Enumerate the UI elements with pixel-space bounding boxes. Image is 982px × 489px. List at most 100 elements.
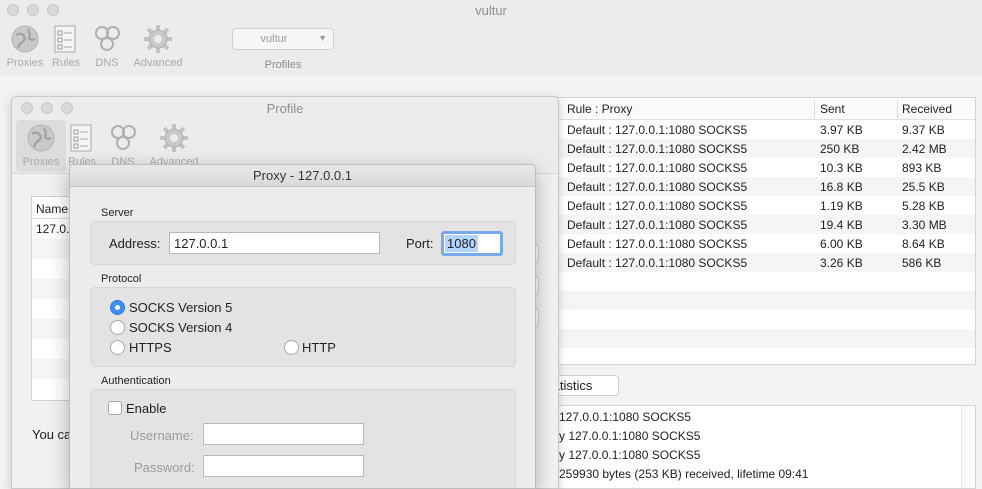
cell-rule-proxy: Default : 127.0.0.1:1080 SOCKS5 — [567, 218, 748, 232]
table-row-empty — [558, 329, 975, 348]
column-header-sent[interactable]: Sent — [820, 102, 845, 116]
chevron-down-icon: ▼ — [318, 33, 327, 43]
globe-icon — [27, 124, 55, 152]
table-row-empty — [558, 310, 975, 329]
cell-rule-proxy: Default : 127.0.0.1:1080 SOCKS5 — [567, 237, 748, 251]
checklist-icon — [70, 124, 92, 152]
cell-sent: 16.8 KB — [820, 180, 863, 194]
cell-rule-proxy: Default : 127.0.0.1:1080 SOCKS5 — [567, 180, 748, 194]
cell-sent: 3.26 KB — [820, 256, 863, 270]
cell-received: 9.37 KB — [902, 123, 945, 137]
authentication-section-label: Authentication — [101, 375, 171, 387]
socks5-label[interactable]: SOCKS Version 5 — [129, 300, 232, 315]
cell-received: 5.28 KB — [902, 199, 945, 213]
log-scrollbar[interactable] — [961, 406, 975, 488]
password-label: Password: — [134, 460, 195, 475]
cell-rule-proxy: Default : 127.0.0.1:1080 SOCKS5 — [567, 199, 748, 213]
table-row[interactable]: Default : 127.0.0.1:1080 SOCKS5 6.00 KB … — [558, 234, 975, 253]
cell-received: 586 KB — [902, 256, 942, 270]
cell-sent: 19.4 KB — [820, 218, 863, 232]
username-label: Username: — [130, 428, 194, 443]
address-label: Address: — [109, 236, 161, 251]
cell-received: 8.64 KB — [902, 237, 945, 251]
server-group: Address: Port: 1080 — [90, 221, 516, 265]
table-row[interactable]: Default : 127.0.0.1:1080 SOCKS5 250 KB 2… — [558, 139, 975, 158]
globe-icon — [11, 25, 39, 53]
cell-received: 25.5 KB — [902, 180, 945, 194]
table-row[interactable]: Default : 127.0.0.1:1080 SOCKS5 19.4 KB … — [558, 215, 975, 234]
socks4-label[interactable]: SOCKS Version 4 — [129, 320, 232, 335]
connections-table[interactable]: Rule : Proxy Sent Received Default : 127… — [557, 97, 976, 365]
dns-nodes-icon — [111, 125, 136, 150]
port-input[interactable]: 1080 — [441, 231, 503, 256]
table-row-empty — [558, 272, 975, 291]
column-divider[interactable] — [897, 100, 898, 118]
socks4-radio[interactable] — [110, 320, 125, 335]
address-input[interactable] — [169, 232, 380, 254]
column-header-rule-proxy[interactable]: Rule : Proxy — [567, 102, 632, 116]
cell-rule-proxy: Default : 127.0.0.1:1080 SOCKS5 — [567, 142, 748, 156]
dialog-title: Proxy - 127.0.0.1 — [253, 168, 352, 183]
cell-rule-proxy: Default : 127.0.0.1:1080 SOCKS5 — [567, 161, 748, 175]
table-row[interactable]: Default : 127.0.0.1:1080 SOCKS5 3.26 KB … — [558, 253, 975, 272]
cell-received: 2.42 MB — [902, 142, 947, 156]
log-line: y 127.0.0.1:1080 SOCKS5 — [559, 448, 701, 462]
enable-auth-checkbox[interactable] — [108, 401, 122, 415]
checklist-icon — [54, 25, 76, 53]
cell-rule-proxy: Default : 127.0.0.1:1080 SOCKS5 — [567, 256, 748, 270]
proxy-dialog: Proxy - 127.0.0.1 Server Address: Port: … — [69, 164, 536, 489]
log-line: 127.0.0.1:1080 SOCKS5 — [559, 410, 692, 424]
cell-rule-proxy: Default : 127.0.0.1:1080 SOCKS5 — [567, 123, 748, 137]
table-row-empty — [558, 348, 975, 364]
column-divider[interactable] — [814, 100, 815, 118]
toolbar-dns-button[interactable]: DNS — [82, 24, 132, 69]
enable-auth-label[interactable]: Enable — [126, 401, 166, 416]
protocol-section-label: Protocol — [101, 273, 142, 285]
main-titlebar: vultur — [0, 0, 982, 22]
profile-toolbar-advanced-button[interactable]: Advanced — [149, 123, 199, 168]
profile-window-title: Profile — [266, 101, 304, 116]
profile-select[interactable]: vultur ▼ — [232, 28, 334, 50]
column-header-received[interactable]: Received — [902, 102, 952, 116]
table-header: Rule : Proxy Sent Received — [558, 98, 975, 120]
profile-select-value: vultur — [260, 33, 288, 45]
username-input[interactable] — [203, 423, 364, 445]
cell-received: 893 KB — [902, 161, 942, 175]
cell-sent: 6.00 KB — [820, 237, 863, 251]
cell-sent: 1.19 KB — [820, 199, 863, 213]
profile-notice-text: You ca — [32, 427, 72, 442]
http-label[interactable]: HTTP — [302, 340, 336, 355]
cell-sent: 3.97 KB — [820, 123, 863, 137]
cell-sent: 250 KB — [820, 142, 860, 156]
https-label[interactable]: HTTPS — [129, 340, 172, 355]
gear-icon — [144, 25, 172, 53]
log-line: y 127.0.0.1:1080 SOCKS5 — [559, 429, 701, 443]
authentication-group: Enable Username: Password: — [90, 389, 516, 488]
table-body: Default : 127.0.0.1:1080 SOCKS5 3.97 KB … — [558, 120, 975, 364]
table-row[interactable]: Default : 127.0.0.1:1080 SOCKS5 1.19 KB … — [558, 196, 975, 215]
profile-toolbar-dns-button[interactable]: DNS — [98, 123, 148, 168]
log-line: 259930 bytes (253 KB) received, lifetime… — [559, 467, 809, 481]
table-row[interactable]: Default : 127.0.0.1:1080 SOCKS5 16.8 KB … — [558, 177, 975, 196]
password-input[interactable] — [203, 455, 364, 477]
profiles-label: Profiles — [264, 59, 302, 71]
log-view[interactable]: 127.0.0.1:1080 SOCKS5 y 127.0.0.1:1080 S… — [553, 405, 976, 489]
table-row[interactable]: Default : 127.0.0.1:1080 SOCKS5 3.97 KB … — [558, 120, 975, 139]
socks5-radio[interactable] — [110, 300, 125, 315]
window-title: vultur — [475, 3, 507, 18]
dns-nodes-icon — [95, 26, 120, 51]
toolbar-advanced-label: Advanced — [133, 57, 183, 69]
table-row[interactable]: Default : 127.0.0.1:1080 SOCKS5 10.3 KB … — [558, 158, 975, 177]
cell-sent: 10.3 KB — [820, 161, 863, 175]
dialog-titlebar[interactable]: Proxy - 127.0.0.1 — [70, 165, 535, 187]
table-row-empty — [558, 291, 975, 310]
http-radio[interactable] — [284, 340, 299, 355]
toolbar-advanced-button[interactable]: Advanced — [133, 24, 183, 69]
server-section-label: Server — [101, 207, 134, 219]
gear-icon — [160, 124, 188, 152]
port-label: Port: — [406, 236, 434, 251]
https-radio[interactable] — [110, 340, 125, 355]
cell-received: 3.30 MB — [902, 218, 947, 232]
toolbar-dns-label: DNS — [95, 57, 119, 69]
port-value-selected: 1080 — [445, 235, 478, 252]
